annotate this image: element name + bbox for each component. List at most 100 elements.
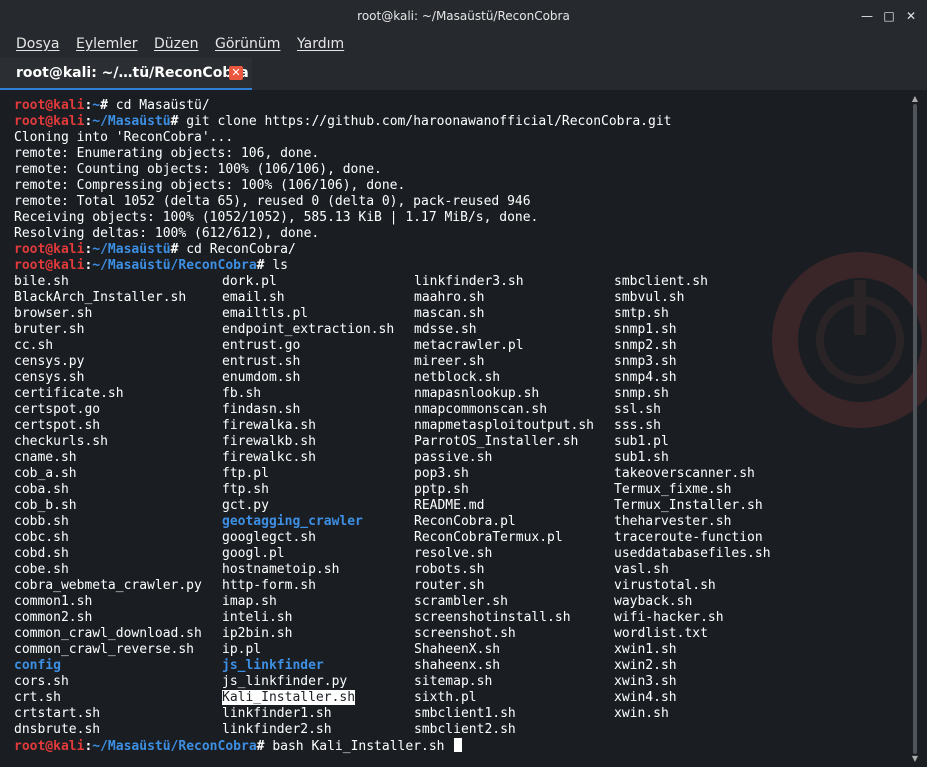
ls-row: sss.sh xyxy=(614,418,771,434)
file-entry: ShaheenX.sh xyxy=(414,642,501,657)
close-icon[interactable]: ✕ xyxy=(904,9,918,23)
prompt-user: root@kali xyxy=(14,258,85,273)
ls-row: linkfinder3.sh xyxy=(414,274,594,290)
file-entry: entrust.sh xyxy=(222,354,301,369)
file-entry: sub1.pl xyxy=(614,434,669,449)
file-entry: dork.pl xyxy=(222,274,277,289)
ls-row: robots.sh xyxy=(414,562,594,578)
file-entry: cobd.sh xyxy=(14,546,69,561)
ls-row: gct.py xyxy=(222,498,394,514)
scroll-down-icon[interactable]: ▼ xyxy=(909,754,921,764)
file-entry: ReconCobraTermux.pl xyxy=(414,530,563,545)
output-line: remote: Enumerating objects: 106, done. xyxy=(14,146,320,161)
output-line: remote: Total 1052 (delta 65), reused 0 … xyxy=(14,194,531,209)
prompt-path: ~/Masaüstü/ReconCobra xyxy=(92,739,257,754)
ls-row: js_linkfinder.py xyxy=(222,674,394,690)
file-entry: sitemap.sh xyxy=(414,674,493,689)
ls-row: sub1.sh xyxy=(614,450,771,466)
file-entry: xwin1.sh xyxy=(614,642,677,657)
file-entry: bile.sh xyxy=(14,274,69,289)
ls-row: certificate.sh xyxy=(14,386,202,402)
file-entry: snmp3.sh xyxy=(614,354,677,369)
tab-bar: root@kali: ~/…tü/ReconCobra ✕ xyxy=(0,58,927,91)
ls-row: crt.sh xyxy=(14,690,202,706)
file-entry: ip.pl xyxy=(222,642,262,657)
ls-row: snmp4.sh xyxy=(614,370,771,386)
file-entry: virustotal.sh xyxy=(614,578,716,593)
file-entry: traceroute-function xyxy=(614,530,763,545)
ls-row: screenshot.sh xyxy=(414,626,594,642)
terminal-area[interactable]: root@kali:~# cd Masaüstü/root@kali:~/Mas… xyxy=(0,90,927,767)
ls-row: firewalka.sh xyxy=(222,418,394,434)
ls-row: common1.sh xyxy=(14,594,202,610)
directory-entry: geotagging_crawler xyxy=(222,514,363,529)
title-bar: root@kali: ~/Masaüstü/ReconCobra — □ ✕ xyxy=(0,0,927,32)
file-entry: ip2bin.sh xyxy=(222,626,293,641)
file-entry: router.sh xyxy=(414,578,485,593)
file-entry: useddatabasefiles.sh xyxy=(614,546,771,561)
ls-row: ssl.sh xyxy=(614,402,771,418)
ls-row: cob_a.sh xyxy=(14,466,202,482)
file-entry: resolve.sh xyxy=(414,546,493,561)
prompt-command: bash Kali_Installer.sh xyxy=(272,739,453,754)
ls-row: sitemap.sh xyxy=(414,674,594,690)
ls-row: browser.sh xyxy=(14,306,202,322)
ls-column: smbclient.sh smbvul.sh smtp.sh snmp1.sh snmp… xyxy=(614,274,771,722)
menu-actions[interactable]: Eylemler xyxy=(76,36,138,52)
output-line: Cloning into 'ReconCobra'... xyxy=(14,130,234,145)
window-title: root@kali: ~/Masaüstü/ReconCobra xyxy=(357,9,570,23)
file-entry: linkfinder2.sh xyxy=(222,722,332,737)
file-entry: gct.py xyxy=(222,498,269,513)
directory-entry: config xyxy=(14,658,61,673)
current-prompt-area[interactable]: root@kali:~/Masaüstü/ReconCobra# bash Ka… xyxy=(14,738,463,754)
file-entry: nmapasnlookup.sh xyxy=(414,386,540,401)
file-entry: cob_b.sh xyxy=(14,498,77,513)
tab-close-icon[interactable]: ✕ xyxy=(229,66,243,80)
file-entry: endpoint_extraction.sh xyxy=(222,322,395,337)
ls-row: crtstart.sh xyxy=(14,706,202,722)
file-entry: cobra_webmeta_crawler.py xyxy=(14,578,202,593)
file-entry: js_linkfinder.py xyxy=(222,674,348,689)
menu-file[interactable]: Dosya xyxy=(16,36,60,52)
menu-view[interactable]: Görünüm xyxy=(215,36,280,52)
ls-column: dork.pl email.sh emailtls.pl endpoint_extra… xyxy=(222,274,394,738)
ls-row: coba.sh xyxy=(14,482,202,498)
file-entry: common2.sh xyxy=(14,610,93,625)
scrollbar[interactable] xyxy=(913,104,917,754)
minimize-icon[interactable]: — xyxy=(860,9,874,23)
file-entry: sixth.pl xyxy=(414,690,477,705)
ls-row: ip.pl xyxy=(222,642,394,658)
file-entry: cob_a.sh xyxy=(14,466,77,481)
ls-row: config xyxy=(14,658,202,674)
prompt-path: ~ xyxy=(92,98,101,113)
tab-terminal[interactable]: root@kali: ~/…tü/ReconCobra ✕ xyxy=(0,58,252,91)
ls-row: xwin1.sh xyxy=(614,642,771,658)
ls-row: googl.pl xyxy=(222,546,394,562)
ls-row: ShaheenX.sh xyxy=(414,642,594,658)
file-entry: xwin4.sh xyxy=(614,690,677,705)
prompt-hash: # xyxy=(256,739,273,754)
prompt-line: root@kali:~/Masaüstü/ReconCobra# bash Ka… xyxy=(14,738,463,754)
ls-row: nmapasnlookup.sh xyxy=(414,386,594,402)
ls-row: bile.sh xyxy=(14,274,202,290)
file-entry: firewalkc.sh xyxy=(222,450,316,465)
file-entry: nmapcommonscan.sh xyxy=(414,402,548,417)
file-entry: checkurls.sh xyxy=(14,434,108,449)
menu-edit[interactable]: Düzen xyxy=(154,36,199,52)
ls-row: screenshotinstall.sh xyxy=(414,610,594,626)
file-entry: shaheenx.sh xyxy=(414,658,501,673)
menu-help[interactable]: Yardım xyxy=(297,36,344,52)
file-entry: firewalkb.sh xyxy=(222,434,316,449)
ls-row: smtp.sh xyxy=(614,306,771,322)
prompt-user: root@kali xyxy=(14,114,85,129)
ls-row: smbvul.sh xyxy=(614,290,771,306)
scroll-up-icon[interactable]: ▲ xyxy=(909,94,921,104)
prompt-line: root@kali:~/Masaüstü# cd ReconCobra/ xyxy=(14,242,671,258)
maximize-icon[interactable]: □ xyxy=(882,9,896,23)
file-entry: enumdom.sh xyxy=(222,370,301,385)
ls-row: js_linkfinder xyxy=(222,658,394,674)
ls-row: certspot.go xyxy=(14,402,202,418)
file-entry: imap.sh xyxy=(222,594,277,609)
file-entry: googlegct.sh xyxy=(222,530,316,545)
file-entry: scrambler.sh xyxy=(414,594,508,609)
